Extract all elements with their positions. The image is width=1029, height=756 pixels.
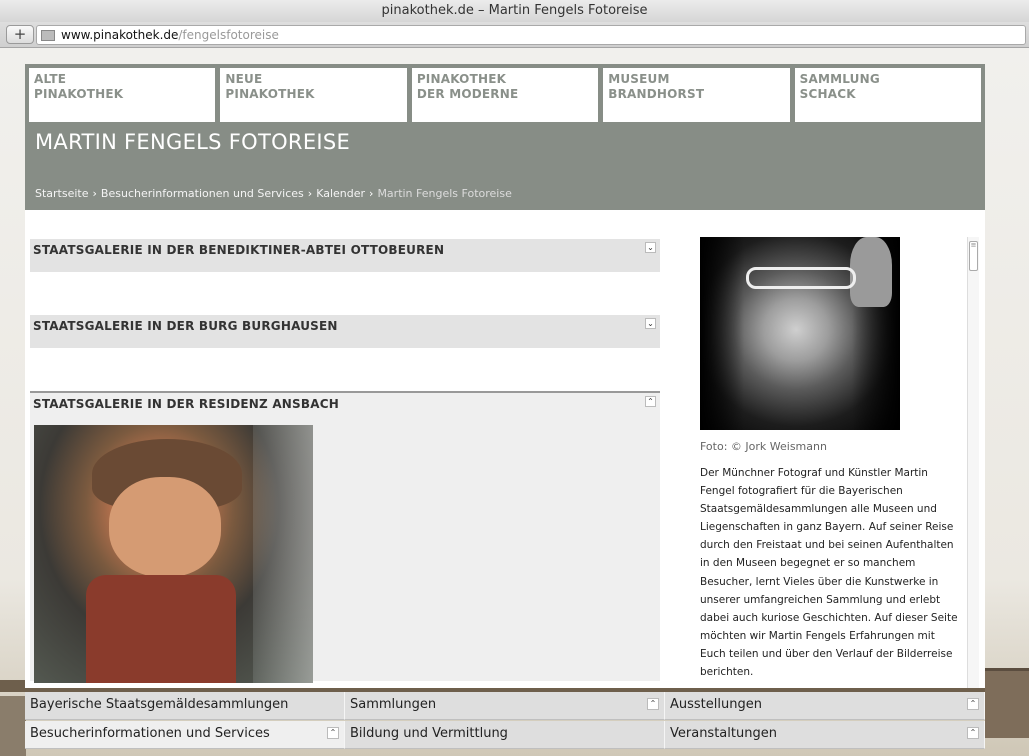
chevron-up-icon[interactable]: ⌃ [327, 727, 339, 739]
url-host: www.pinakothek.de [61, 28, 179, 42]
footer-item-sammlungen[interactable]: Sammlungen ⌃ [345, 692, 665, 720]
window-title: pinakothek.de – Martin Fengels Fotoreise [0, 0, 1029, 22]
nav-label-line2: SCHACK [799, 87, 856, 101]
chevron-down-icon[interactable]: ⌄ [645, 242, 656, 253]
accordion-ottobeuren[interactable]: STAATSGALERIE IN DER BENEDIKTINER-ABTEI … [30, 239, 660, 272]
breadcrumb-kalender[interactable]: Kalender [316, 187, 365, 200]
museum-nav: ALTE PINAKOTHEK NEUE PINAKOTHEK PINAKOTHEK… [25, 64, 985, 126]
breadcrumb-separator: › [92, 187, 97, 200]
nav-label-line2: DER MODERNE [416, 87, 519, 101]
glass-reflection [253, 425, 313, 683]
footer-item-bildung[interactable]: Bildung und Vermittlung [345, 721, 665, 749]
footer-label: Bayerische Staatsgemäldesammlungen [30, 697, 289, 712]
page-title: MARTIN FENGELS FOTOREISE [35, 130, 351, 154]
footer-label: Veranstaltungen [670, 726, 777, 741]
new-tab-button[interactable]: + [6, 25, 34, 44]
accordion-title: STAATSGALERIE IN DER BURG BURGHAUSEN [33, 319, 338, 333]
url-path: /fengelsfotoreise [178, 28, 279, 42]
nav-label-line1: SAMMLUNG [799, 72, 880, 86]
address-bar: + www.pinakothek.de/fengelsfotoreise [0, 22, 1029, 48]
chevron-up-icon[interactable]: ⌃ [647, 698, 659, 710]
nav-label-line1: ALTE [34, 72, 67, 86]
portrait-hand [850, 237, 892, 307]
accordion-title: STAATSGALERIE IN DER BENEDIKTINER-ABTEI … [33, 243, 445, 257]
portrait-photo [700, 237, 900, 430]
chevron-down-icon[interactable]: ⌄ [645, 318, 656, 329]
accordion-title: STAATSGALERIE IN DER RESIDENZ ANSBACH [33, 397, 339, 411]
background-building-left [0, 696, 26, 756]
footer-item-besucherinformationen[interactable]: Besucherinformationen und Services ⌃ [25, 721, 345, 749]
nav-sammlung-schack[interactable]: SAMMLUNG SCHACK [794, 68, 982, 122]
doll-photo[interactable] [34, 425, 313, 683]
chevron-up-icon[interactable]: ⌃ [645, 396, 656, 407]
chevron-up-icon[interactable]: ⌃ [967, 698, 979, 710]
nav-label-line2: PINAKOTHEK [34, 87, 124, 101]
nav-neue-pinakothek[interactable]: NEUE PINAKOTHEK [220, 68, 407, 122]
accordion-burghausen[interactable]: STAATSGALERIE IN DER BURG BURGHAUSEN ⌄ [30, 315, 660, 348]
bio-text: Der Münchner Fotograf und Künstler Marti… [700, 467, 958, 679]
doll-vest [86, 575, 236, 683]
footer-item-ausstellungen[interactable]: Ausstellungen ⌃ [665, 692, 985, 720]
page-header: MARTIN FENGELS FOTOREISE Startseite › Besu… [25, 126, 985, 210]
main-content: STAATSGALERIE IN DER BENEDIKTINER-ABTEI … [25, 210, 985, 688]
accordion-ansbach[interactable]: STAATSGALERIE IN DER RESIDENZ ANSBACH ⌃ [30, 391, 660, 683]
nav-label-line2: BRANDHORST [608, 87, 705, 101]
site: ALTE PINAKOTHEK NEUE PINAKOTHEK PINAKOTHEK… [25, 64, 985, 688]
doll-face [109, 477, 221, 577]
nav-alte-pinakothek[interactable]: ALTE PINAKOTHEK [29, 68, 216, 122]
breadcrumb-current: Martin Fengels Fotoreise [377, 187, 512, 200]
scroll-thumb[interactable]: ≡ [969, 241, 978, 271]
breadcrumb-besucherinformationen[interactable]: Besucherinformationen und Services [101, 187, 304, 200]
portrait-glasses [746, 267, 856, 289]
nav-label-line1: PINAKOTHEK [416, 72, 507, 86]
footer-item-staatsgemaeldesammlungen[interactable]: Bayerische Staatsgemäldesammlungen [25, 692, 345, 720]
nav-museum-brandhorst[interactable]: MUSEUM BRANDHORST [603, 68, 790, 122]
footer-item-veranstaltungen[interactable]: Veranstaltungen ⌃ [665, 721, 985, 749]
photo-caption: Foto: © Jork Weismann [700, 440, 827, 453]
background-building-right [985, 668, 1029, 738]
nav-label-line1: MUSEUM [608, 72, 670, 86]
nav-pinakothek-der-moderne[interactable]: PINAKOTHEK DER MODERNE [411, 68, 599, 122]
url-field[interactable]: www.pinakothek.de/fengelsfotoreise [36, 25, 1026, 45]
url-text: www.pinakothek.de/fengelsfotoreise [61, 28, 279, 42]
breadcrumb-startseite[interactable]: Startseite [35, 187, 89, 200]
nav-label-line2: PINAKOTHEK [225, 87, 315, 101]
breadcrumb-separator: › [369, 187, 374, 200]
chevron-up-icon[interactable]: ⌃ [967, 727, 979, 739]
footer-label: Bildung und Vermittlung [350, 726, 508, 741]
breadcrumb: Startseite › Besucherinformationen und Ser… [35, 187, 512, 200]
footer-nav: Bayerische Staatsgemäldesammlungen Samml… [25, 692, 985, 756]
nav-label-line1: NEUE [225, 72, 263, 86]
footer-label: Besucherinformationen und Services [30, 726, 270, 741]
scrollbar[interactable]: ≡ [967, 237, 979, 688]
page-icon [41, 30, 55, 41]
breadcrumb-separator: › [307, 187, 313, 200]
footer-label: Ausstellungen [670, 697, 762, 712]
footer-label: Sammlungen [350, 697, 437, 712]
